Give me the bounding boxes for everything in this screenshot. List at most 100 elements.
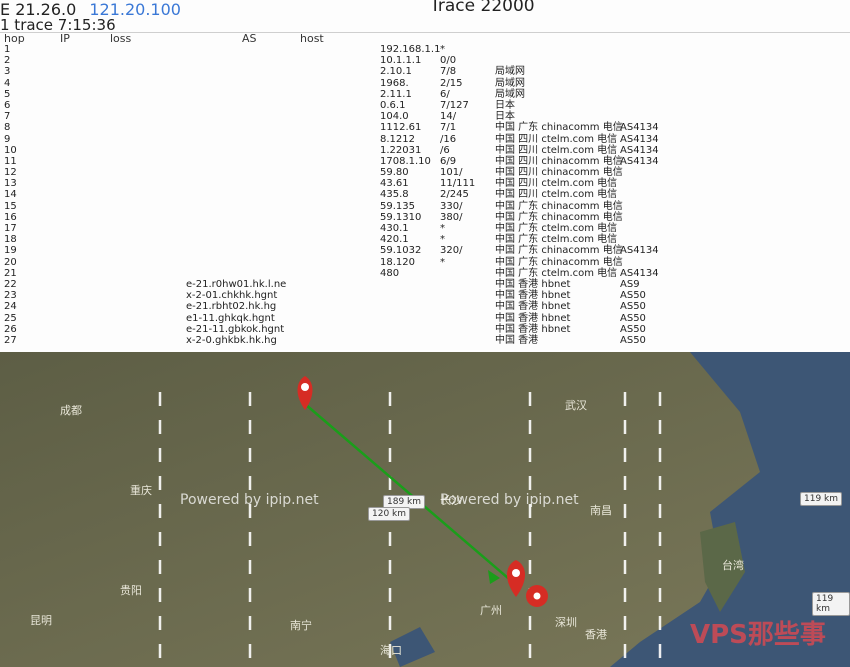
row-loss: 320/ [440, 245, 463, 257]
table-row[interactable]: 4 1968. 2/15 局域网 [0, 78, 850, 89]
row-loss: 330/ [440, 200, 463, 212]
row-hop: 17 [4, 223, 17, 234]
traceroute-panel: E 21.26.0 121.20.100 1 trace 7:15:36 Tra… [0, 0, 850, 350]
table-row[interactable]: 21 480 中国 广东 ctelm.com 电信 AS4134 [0, 268, 850, 279]
table-row[interactable]: 22 中国 香港 hbnet AS9 e-21.r0hw01.hk.l.ne [0, 279, 850, 290]
row-ip: 435.8 [380, 189, 409, 201]
city-kunming: 昆明 [30, 614, 52, 627]
row-hop: 22 [4, 278, 17, 290]
table-row[interactable]: 12 59.80 101/中国 四川 chinacomm 电信 [0, 167, 850, 178]
city-guangzhou: 广州 [480, 604, 502, 617]
watermark: VPS那些事 [690, 620, 826, 650]
table-row[interactable]: 17 430.1 * 中国 广东 ctelm.com 电信 [0, 223, 850, 234]
row-hop: 12 [4, 167, 17, 179]
table-row[interactable]: 18 420.1 * 中国 广东 ctelm.com 电信 [0, 234, 850, 245]
row-ip: 59.80 [380, 167, 409, 179]
row-geo: 中国 香港 hbnet [495, 278, 571, 290]
table-row[interactable]: 19 59.1032 320/中国 广东 chinacomm 电信 AS4134 [0, 245, 850, 256]
row-ip: 1968. [380, 77, 409, 89]
row-ip: 1112.61 [380, 122, 422, 134]
row-hop: 19 [4, 245, 17, 257]
row-geo: 中国 香港 [495, 334, 539, 346]
row-hop: 4 [4, 77, 11, 89]
row-geo: 中国 四川 ctelm.com 电信 [495, 133, 618, 145]
city-chongqing: 重庆 [130, 484, 152, 497]
row-ip: 420.1 [380, 234, 409, 246]
row-geo: 中国 广东 ctelm.com 电信 [495, 234, 618, 246]
row-ip: 2.10.1 [380, 66, 412, 78]
table-row[interactable]: 8 1112.61 7/1 中国 广东 chinacomm 电信 AS4134 [0, 122, 850, 133]
table-row[interactable]: 13 43.61 11/111 中国 四川 ctelm.com 电信 [0, 178, 850, 189]
table-row[interactable]: 16 59.1310 380/中国 广东 chinacomm 电信 [0, 212, 850, 223]
row-loss: 6/9 [440, 155, 457, 167]
row-loss: /6 [440, 144, 450, 156]
map-band-text-2: Powered by ipip.net [440, 492, 579, 508]
row-hop: 15 [4, 200, 17, 212]
row-loss: /16 [440, 133, 457, 145]
table-row[interactable]: 5 2.11.1 6/局域网 [0, 89, 850, 100]
row-ip: 1.22031 [380, 144, 422, 156]
row-ip: 1708.1.10 [380, 155, 431, 167]
row-ip: 59.135 [380, 200, 415, 212]
row-geo: 中国 广东 chinacomm 电信 [495, 200, 623, 212]
city-chengdu: 成都 [60, 404, 82, 417]
trace-rows: 1 192.168.1.1 * 2 10.1.1.1 0/0 3 2.10.1 7/8 局域网 4 1… [0, 44, 850, 346]
row-host: e-21.r0hw01.hk.l.ne [186, 278, 287, 290]
table-row[interactable]: 26 中国 香港 hbnet AS50 e-21-11.gbkok.hgnt [0, 324, 850, 335]
scale-label-2: 120 km [368, 507, 411, 521]
table-row[interactable]: 11 1708.1.10 6/9 中国 四川 chinacomm 电信 AS4134 [0, 156, 850, 167]
row-hop: 21 [4, 267, 17, 279]
row-hop: 7 [4, 111, 11, 123]
row-ip: 18.120 [380, 256, 415, 268]
row-ip: 430.1 [380, 223, 409, 234]
row-as: AS4134 [620, 133, 659, 145]
row-geo: 中国 广东 ctelm.com 电信 [495, 267, 618, 279]
city-nanchang: 南昌 [590, 504, 612, 517]
row-hop: 18 [4, 234, 17, 246]
row-geo: 日本 [495, 111, 515, 123]
row-ip: 192.168.1.1 [380, 44, 441, 55]
table-row[interactable]: 1 192.168.1.1 * [0, 44, 850, 55]
row-hop: 6 [4, 99, 11, 111]
row-host: e-21.rbht02.hk.hg [186, 301, 277, 313]
table-row[interactable]: 9 8.1212/16 中国 四川 ctelm.com 电信 AS4134 [0, 134, 850, 145]
row-ip: 2.11.1 [380, 88, 412, 100]
table-row[interactable]: 23 中国 香港 hbnet AS50 x-2-01.chkhk.hgnt [0, 290, 850, 301]
city-hongkong: 香港 [585, 628, 607, 641]
row-host: x-2-0.ghkbk.hk.hg [186, 334, 277, 346]
row-loss: 7/1 [440, 122, 457, 134]
table-row[interactable]: 20 18.120 * 中国 广东 chinacomm 电信 [0, 257, 850, 268]
table-row[interactable]: 6 0.6.1 7/127 日本 [0, 100, 850, 111]
row-hop: 24 [4, 301, 17, 313]
row-hop: 11 [4, 155, 17, 167]
row-loss: 2/245 [440, 189, 469, 201]
route-map[interactable]: 成都 重庆 贵阳 长沙 武汉 南昌 广州 深圳 香港 南宁 海口 昆明 台湾 P… [0, 352, 850, 667]
table-row[interactable]: 25 中国 香港 hbnet AS50 e1-11.ghkqk.hgnt [0, 313, 850, 324]
table-row[interactable]: 3 2.10.1 7/8 局域网 [0, 66, 850, 77]
row-loss: 380/ [440, 211, 463, 223]
row-loss: 7/127 [440, 99, 469, 111]
row-ip: 104.0 [380, 111, 409, 123]
row-hop: 2 [4, 55, 11, 67]
row-hop: 14 [4, 189, 17, 201]
table-row[interactable]: 2 10.1.1.1 0/0 [0, 55, 850, 66]
row-geo: 局域网 [495, 88, 525, 100]
row-loss: 0/0 [440, 55, 457, 67]
table-row[interactable]: 27 中国 香港 AS50 x-2-0.ghkbk.hk.hg [0, 335, 850, 346]
table-row[interactable]: 10 1.22031/6 中国 四川 ctelm.com 电信 AS4134 [0, 145, 850, 156]
row-geo: 中国 香港 hbnet [495, 301, 571, 313]
row-loss: 101/ [440, 167, 463, 179]
city-shenzhen: 深圳 [555, 616, 577, 629]
row-hop: 26 [4, 323, 17, 335]
table-row[interactable]: 7 104.0 14/日本 [0, 111, 850, 122]
table-row[interactable]: 15 59.135 330/中国 广东 chinacomm 电信 [0, 201, 850, 212]
row-geo: 日本 [495, 99, 515, 111]
row-as: AS50 [620, 334, 646, 346]
map-band-text-1: Powered by ipip.net [180, 492, 319, 508]
table-row[interactable]: 14 435.8 2/245 中国 四川 ctelm.com 电信 [0, 189, 850, 200]
row-ip: 43.61 [380, 178, 409, 190]
row-loss: * [440, 256, 445, 268]
row-as: AS50 [620, 301, 646, 313]
row-geo: 局域网 [495, 77, 525, 89]
table-row[interactable]: 24 中国 香港 hbnet AS50 e-21.rbht02.hk.hg [0, 301, 850, 312]
